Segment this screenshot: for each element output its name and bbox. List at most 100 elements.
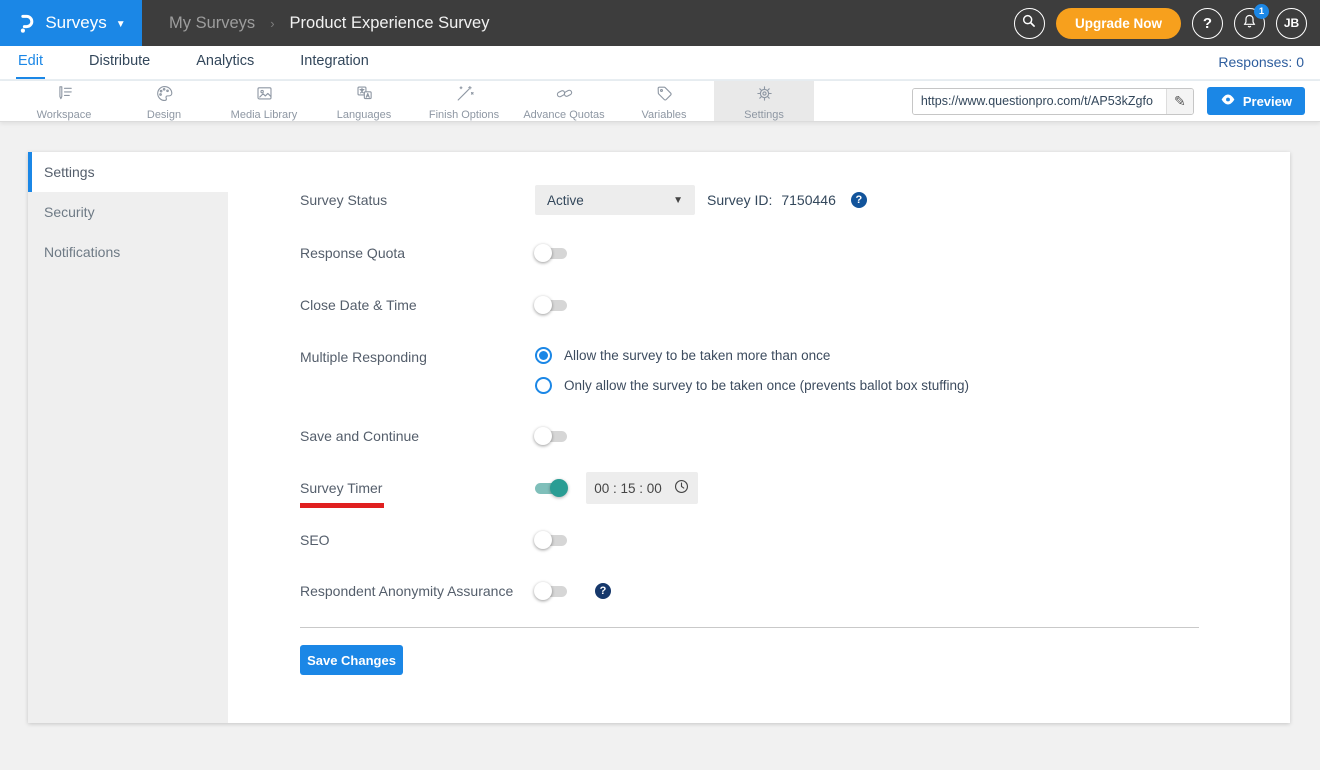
sidebar-item-notifications[interactable]: Notifications [28,232,228,272]
seo-row: SEO [300,530,1290,550]
settings-sidebar: Settings Security Notifications [28,152,228,723]
toggle-knob [534,296,552,314]
chevron-down-icon: ▼ [673,194,683,206]
divider [300,627,1199,628]
survey-id-label: Survey ID: [707,192,773,208]
toolbar-item-advance-quotas[interactable]: Advance Quotas [514,81,614,121]
toolbar-label: Finish Options [428,108,500,121]
toolbar-item-settings[interactable]: Settings [714,81,814,121]
sidebar-item-security[interactable]: Security [28,192,228,232]
toggle-knob [534,427,552,445]
multiple-responding-options: Allow the survey to be taken more than o… [535,347,969,394]
close-date-row: Close Date & Time [300,295,1290,315]
chevron-down-icon: ▼ [115,18,126,30]
tab-distribute[interactable]: Distribute [87,46,152,79]
survey-url-input[interactable] [912,88,1166,114]
tab-integration[interactable]: Integration [298,46,371,79]
breadcrumb-my-surveys[interactable]: My Surveys [169,14,255,33]
help-button[interactable]: ? [1192,7,1223,39]
radio-option-only-once[interactable]: Only allow the survey to be taken once (… [535,377,969,394]
notification-count-badge: 1 [1254,3,1269,19]
anonymity-help-icon[interactable]: ? [595,583,611,599]
search-button[interactable] [1013,7,1045,39]
breadcrumb-survey-name: Product Experience Survey [289,13,490,32]
sidebar-background: Security Notifications [28,192,228,723]
save-continue-row: Save and Continue [300,426,1290,446]
image-icon [255,84,274,108]
preview-button[interactable]: Preview [1206,87,1305,115]
multiple-responding-row: Multiple Responding Allow the survey to … [300,347,1290,394]
radio-option-label: Allow the survey to be taken more than o… [564,348,831,363]
timer-value: 00 : 15 : 00 [594,480,662,496]
anonymity-toggle[interactable] [534,582,567,600]
top-header: Surveys ▼ My Surveys › Product Experienc… [0,0,1320,46]
seo-toggle[interactable] [534,531,567,549]
save-continue-toggle[interactable] [534,427,567,445]
toolbar-item-design[interactable]: Design [114,81,214,121]
tab-edit[interactable]: Edit [16,46,45,79]
radio-option-label: Only allow the survey to be taken once (… [564,378,969,393]
toggle-knob [550,479,568,497]
workspace-icon [55,84,74,108]
survey-url-field: ✎ [911,87,1194,115]
toolbar-item-variables[interactable]: Variables [614,81,714,121]
toolbar-item-finish-options[interactable]: Finish Options [414,81,514,121]
section-tabs: Edit Distribute Analytics Integration Re… [0,46,1320,81]
toolbar-item-media-library[interactable]: Media Library [214,81,314,121]
radio-option-allow-multiple[interactable]: Allow the survey to be taken more than o… [535,347,969,364]
survey-status-row: Survey Status Active ▼ Survey ID: 715044… [300,185,1290,215]
survey-timer-toggle[interactable] [535,479,568,497]
save-continue-label: Save and Continue [300,428,420,444]
product-switcher[interactable]: Surveys ▼ [0,0,142,46]
upgrade-now-button[interactable]: Upgrade Now [1055,7,1181,39]
settings-card: Settings Security Notifications Survey S… [28,152,1290,723]
sidebar-item-settings[interactable]: Settings [28,152,228,192]
product-name: Surveys [45,13,107,32]
palette-icon [155,84,174,108]
toolbar-label: Design [146,108,182,121]
close-date-toggle[interactable] [534,296,567,314]
tab-analytics[interactable]: Analytics [194,46,256,79]
multiple-responding-label: Multiple Responding [300,349,427,365]
breadcrumb: My Surveys › Product Experience Survey [169,14,489,33]
clock-icon [673,478,690,498]
breadcrumb-separator-icon: › [270,15,275,31]
eye-icon [1220,93,1236,109]
survey-timer-input[interactable]: 00 : 15 : 00 [586,472,698,504]
close-date-label: Close Date & Time [300,297,417,313]
translate-icon [355,84,374,108]
edit-url-icon[interactable]: ✎ [1165,88,1193,114]
anonymity-row: Respondent Anonymity Assurance ? [300,581,1290,601]
survey-status-label: Survey Status [300,192,388,208]
toolbar-label: Variables [641,108,687,121]
survey-id-help-icon[interactable]: ? [850,192,867,208]
seo-label: SEO [300,532,330,548]
user-avatar[interactable]: JB [1276,7,1307,39]
responses-count[interactable]: Responses: 0 [1218,54,1304,79]
response-quota-row: Response Quota [300,243,1290,263]
toolbar-label: Media Library [230,108,298,121]
radio-checked-icon[interactable] [535,347,552,364]
survey-status-select[interactable]: Active ▼ [535,185,695,215]
toolbar-label: Languages [336,108,392,121]
radio-unchecked-icon[interactable] [535,377,552,394]
toggle-knob [534,582,552,600]
survey-id-value: 7150446 [781,192,836,208]
toolbar-label: Workspace [36,108,92,121]
response-quota-label: Response Quota [300,245,406,261]
search-icon [1021,13,1037,33]
settings-main: Survey Status Active ▼ Survey ID: 715044… [228,152,1290,723]
edit-toolbar: Workspace Design Media Library Languages… [0,81,1320,122]
toolbar-item-languages[interactable]: Languages [314,81,414,121]
questionpro-logo-icon [16,12,36,35]
toolbar-label: Settings [744,108,784,121]
survey-status-value: Active [547,192,584,208]
toolbar-right: ✎ Preview [911,81,1305,121]
save-changes-button[interactable]: Save Changes [300,645,403,675]
tag-icon [655,84,674,108]
toolbar-item-workspace[interactable]: Workspace [14,81,114,121]
preview-label: Preview [1242,93,1292,109]
notifications-button[interactable]: 1 [1234,3,1269,39]
response-quota-toggle[interactable] [534,244,567,262]
header-actions: Upgrade Now ? 1 JB [1013,3,1307,39]
